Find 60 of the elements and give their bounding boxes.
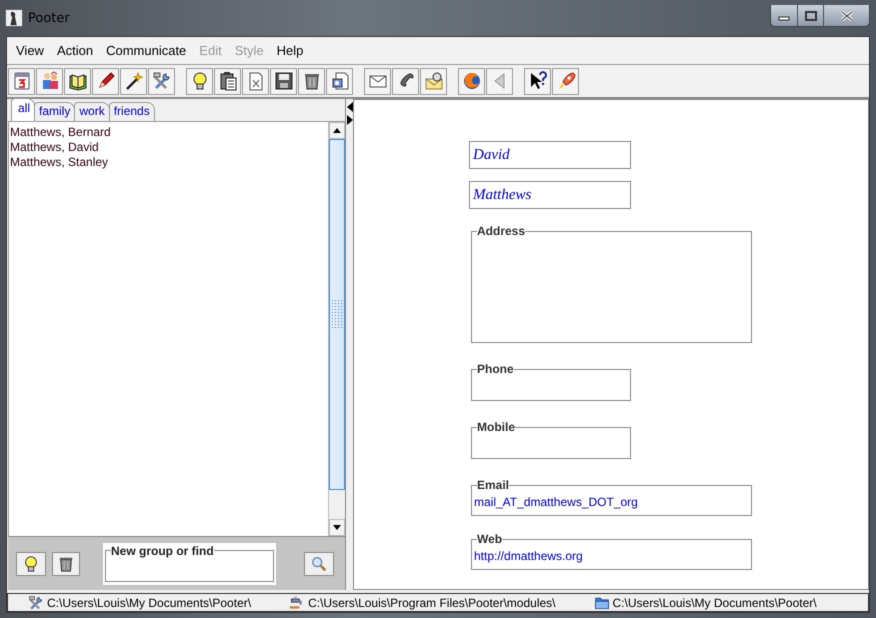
- scrollbar[interactable]: [328, 122, 345, 536]
- minimize-button[interactable]: [771, 5, 797, 26]
- close-icon: [840, 10, 852, 20]
- status-path: C:\Users\Louis\My Documents\Pooter\: [612, 596, 817, 610]
- contact-item[interactable]: Matthews, David: [9, 140, 328, 155]
- search-button[interactable]: [304, 552, 334, 576]
- toolbar-button[interactable]: [326, 68, 353, 94]
- toolbar-button[interactable]: [64, 68, 91, 94]
- toolbar-button[interactable]: [92, 68, 119, 94]
- toolbar-button[interactable]: [214, 68, 241, 94]
- collapse-left-arrow[interactable]: [346, 102, 352, 112]
- toolbar-button[interactable]: [8, 68, 35, 94]
- menu-item[interactable]: Communicate: [100, 41, 194, 60]
- status-path: C:\Users\Louis\My Documents\Pooter\: [47, 596, 252, 610]
- app-icon: [5, 9, 23, 27]
- input-field[interactable]: Phone: [471, 362, 631, 401]
- toolbar-button[interactable]: [552, 68, 579, 94]
- search-icon: [310, 554, 328, 572]
- contact-item[interactable]: Matthews, Bernard: [9, 125, 328, 140]
- input-field[interactable]: Email mail_AT_dmatthews_DOT_org: [471, 478, 752, 516]
- last-name-field[interactable]: Matthews: [469, 181, 631, 209]
- delete-button[interactable]: [52, 552, 80, 576]
- toolbar-button[interactable]: [420, 68, 447, 94]
- expand-right-arrow[interactable]: [346, 115, 352, 125]
- maximize-icon: [804, 10, 816, 20]
- scrollbar-thumb[interactable]: [329, 139, 345, 490]
- maximize-button[interactable]: [797, 5, 823, 26]
- toolbar-button[interactable]: [392, 68, 419, 94]
- input-field[interactable]: Address: [471, 224, 752, 343]
- close-button[interactable]: [823, 5, 869, 26]
- magic-wand-icon: [124, 71, 144, 91]
- window-title: Pooter: [28, 10, 71, 26]
- new-button[interactable]: [16, 552, 46, 576]
- toolbar-button[interactable]: [186, 68, 213, 94]
- calendar-icon: [12, 71, 32, 91]
- toolbar-button[interactable]: [270, 68, 297, 94]
- tools-icon: [28, 594, 44, 610]
- contact-item[interactable]: Matthews, Stanley: [9, 155, 328, 170]
- toolbar-button[interactable]: [148, 68, 175, 94]
- first-name-field[interactable]: David: [469, 141, 631, 169]
- toolbar-button[interactable]: [364, 68, 391, 94]
- lightbulb-icon: [22, 554, 40, 572]
- toolbar-button[interactable]: [298, 68, 325, 94]
- clipboard-icon: [218, 71, 238, 91]
- group-find-field[interactable]: New group or find: [105, 544, 274, 582]
- mail-icon: [424, 71, 444, 91]
- input-field[interactable]: Mobile: [471, 420, 631, 459]
- tab[interactable]: friends: [108, 102, 155, 121]
- tools-icon: [152, 71, 172, 91]
- menu-item[interactable]: View: [10, 41, 51, 60]
- menu-item[interactable]: Help: [270, 41, 310, 60]
- menu-item[interactable]: Action: [50, 41, 100, 60]
- contact-card-icon: [330, 71, 350, 91]
- input-field[interactable]: Web http://dmatthews.org: [471, 532, 752, 570]
- tab[interactable]: all: [11, 98, 36, 121]
- status-path: C:\Users\Louis\Program Files\Pooter\modules\: [308, 596, 556, 610]
- toolbar-button[interactable]: [242, 68, 269, 94]
- toolbar-button[interactable]: [120, 68, 147, 94]
- toolbar-button[interactable]: [524, 68, 551, 94]
- trash-icon: [57, 554, 75, 572]
